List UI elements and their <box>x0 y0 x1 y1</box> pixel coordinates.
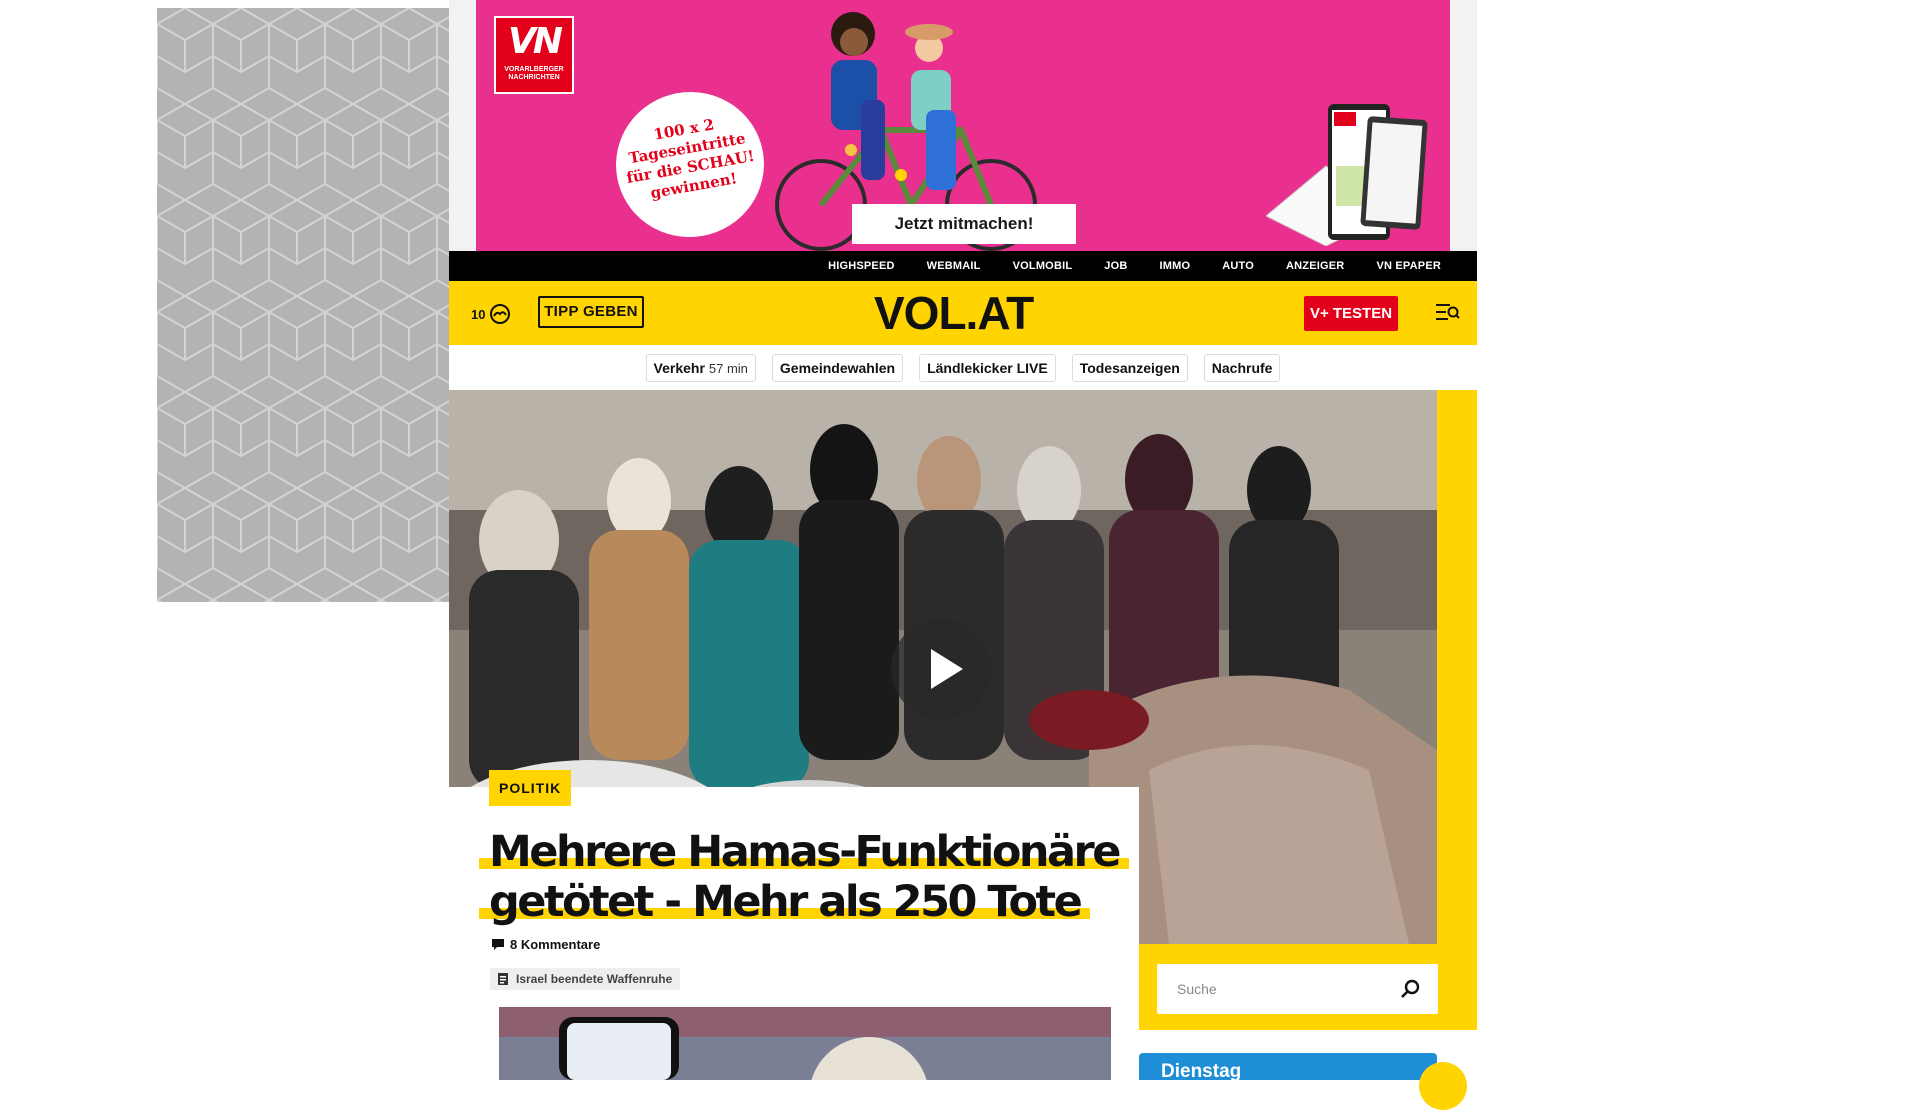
service-link-highspeed[interactable]: HIGHSPEED <box>812 251 911 281</box>
search-input[interactable] <box>1175 980 1389 998</box>
lead-article-card: POLITIK Mehrere Hamas-Funktionäre getöte… <box>449 770 1139 1080</box>
vn-logo: VN VORARLBERGER NACHRICHTEN <box>494 16 574 94</box>
sun-icon <box>1419 1062 1467 1110</box>
site-header: 10 TIPP GEBEN VOL.AT V+ TESTEN <box>449 281 1477 345</box>
service-bar: HIGHSPEED WEBMAIL VOLMOBIL JOB IMMO AUTO… <box>449 251 1477 281</box>
jetzt-mitmachen-button[interactable]: Jetzt mitmachen! <box>852 204 1076 244</box>
vn-logo-subtext: VORARLBERGER NACHRICHTEN <box>504 66 564 81</box>
service-link-webmail[interactable]: WEBMAIL <box>911 251 997 281</box>
topic-tag-label: Israel beendete Waffenruhe <box>516 972 673 986</box>
hexagon-pattern <box>157 8 449 602</box>
quick-link-todesanzeigen[interactable]: Todesanzeigen <box>1071 353 1188 382</box>
service-link-auto[interactable]: AUTO <box>1206 251 1270 281</box>
sidebar-search <box>1157 964 1438 1014</box>
quick-link-verkehr[interactable]: Verkehr 57 min <box>645 353 756 382</box>
service-links: HIGHSPEED WEBMAIL VOLMOBIL JOB IMMO AUTO… <box>812 251 1457 281</box>
quick-links-bar: Verkehr 57 min Gemeindewahlen Ländlekicke… <box>449 345 1477 390</box>
related-article-image[interactable] <box>499 1007 1111 1080</box>
v-plus-testen-button[interactable]: V+ TESTEN <box>1304 296 1398 331</box>
weather-indicator[interactable]: 10 <box>471 303 511 325</box>
category-badge[interactable]: POLITIK <box>489 770 572 806</box>
site-logo[interactable]: VOL.AT <box>874 287 1034 339</box>
left-skin-ad[interactable] <box>157 8 449 602</box>
article-headline-text: Mehrere Hamas-Funktionäre getötet - Mehr… <box>479 827 1129 927</box>
hero-accent-right <box>1437 390 1477 1030</box>
weather-widget[interactable]: Dienstag <box>1139 1053 1437 1080</box>
menu-search-icon[interactable] <box>1436 301 1460 323</box>
top-banner-ad[interactable]: VN VORARLBERGER NACHRICHTEN 100 x 2 Tage… <box>476 0 1450 251</box>
tipp-geben-button[interactable]: TIPP GEBEN <box>538 296 644 328</box>
play-icon[interactable] <box>891 619 991 719</box>
quick-link-gemeindewahlen[interactable]: Gemeindewahlen <box>771 353 904 382</box>
temperature: 10 <box>471 306 486 322</box>
comment-icon <box>492 938 504 950</box>
comments-count: 8 Kommentare <box>510 937 601 952</box>
service-link-volmobil[interactable]: VOLMOBIL <box>997 251 1089 281</box>
promo-circle: 100 x 2 Tageseintritte für die SCHAU! ge… <box>604 80 776 249</box>
topic-tag[interactable]: Israel beendete Waffenruhe <box>490 968 681 990</box>
vn-logo-text: VN <box>508 21 563 62</box>
service-link-immo[interactable]: IMMO <box>1143 251 1206 281</box>
article-headline[interactable]: Mehrere Hamas-Funktionäre getötet - Mehr… <box>479 827 1129 927</box>
top-ad-container: VN VORARLBERGER NACHRICHTEN 100 x 2 Tage… <box>449 0 1477 251</box>
epaper-devices-illustration <box>1266 104 1428 246</box>
service-link-vn-epaper[interactable]: VN EPAPER <box>1360 251 1457 281</box>
quick-link-sub: 57 min <box>708 360 748 376</box>
search-icon[interactable] <box>1400 979 1420 999</box>
crowd-photo-illustration <box>499 1007 1111 1080</box>
weather-day: Dienstag <box>1161 1061 1242 1080</box>
quick-link-laendlekicker[interactable]: Ländlekicker LIVE <box>919 353 1056 382</box>
quick-link-nachrufe[interactable]: Nachrufe <box>1203 353 1281 382</box>
service-link-job[interactable]: JOB <box>1088 251 1143 281</box>
comments-link[interactable]: 8 Kommentare <box>492 937 600 952</box>
document-icon <box>498 973 508 985</box>
cloud-icon <box>490 304 511 324</box>
service-link-anzeiger[interactable]: ANZEIGER <box>1270 251 1360 281</box>
quick-link-label: Verkehr <box>653 359 705 376</box>
